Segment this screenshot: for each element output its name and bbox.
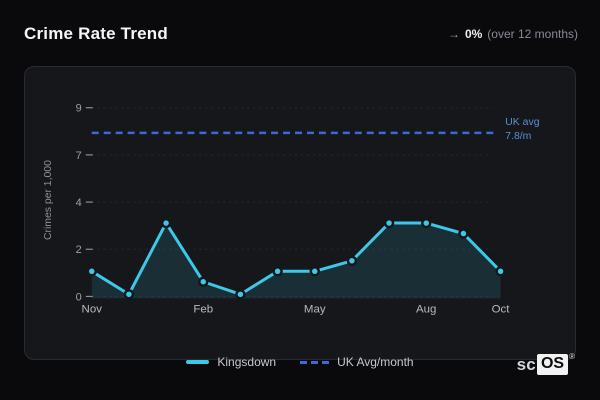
crime-rate-widget: Crime Rate Trend → 0% (over 12 months) 0… xyxy=(0,0,600,400)
trend-value: 0% xyxy=(464,27,483,41)
svg-text:2: 2 xyxy=(76,244,82,256)
svg-text:7: 7 xyxy=(76,150,82,162)
svg-text:0: 0 xyxy=(76,291,82,303)
legend-label-uk-avg: UK Avg/month xyxy=(337,355,414,369)
widget-header: Crime Rate Trend → 0% (over 12 months) xyxy=(24,23,578,45)
svg-text:May: May xyxy=(304,303,326,315)
legend-item-uk-avg[interactable]: UK Avg/month xyxy=(300,355,414,369)
svg-text:Feb: Feb xyxy=(193,303,213,315)
svg-text:4: 4 xyxy=(76,197,82,209)
svg-text:UK avg: UK avg xyxy=(505,117,539,128)
registered-trademark-icon: ® xyxy=(569,352,575,361)
chart-legend: Kingsdown UK Avg/month xyxy=(0,353,600,371)
svg-text:Nov: Nov xyxy=(82,303,103,315)
legend-label-kingsdown: Kingsdown xyxy=(217,355,277,369)
svg-text:Crimes per 1,000: Crimes per 1,000 xyxy=(43,160,54,240)
trend-flat-arrow-icon: → xyxy=(447,27,460,41)
legend-item-kingsdown[interactable]: Kingsdown xyxy=(186,355,276,369)
svg-text:9: 9 xyxy=(76,103,82,115)
trend-summary: → 0% (over 12 months) xyxy=(448,27,578,41)
svg-text:7.8/m: 7.8/m xyxy=(505,131,531,142)
page-title: Crime Rate Trend xyxy=(24,24,168,43)
crime-trend-chart: 0 2 4 7 9 Crimes per 1,000 Nov Feb May Aug Oct UK a… xyxy=(43,103,540,316)
uk-avg-dashed-swatch xyxy=(300,360,330,364)
scos-logo: sc OS ® xyxy=(516,352,575,375)
svg-text:Oct: Oct xyxy=(492,303,511,315)
logo-text-os: OS xyxy=(536,354,569,375)
trend-caption: (over 12 months) xyxy=(487,27,578,41)
logo-text-sc: sc xyxy=(516,354,536,374)
chart-card: 0 2 4 7 9 Crimes per 1,000 Nov Feb May Aug Oct UK a… xyxy=(24,66,576,360)
svg-text:Aug: Aug xyxy=(416,303,436,315)
kingsdown-line-swatch xyxy=(186,360,210,364)
